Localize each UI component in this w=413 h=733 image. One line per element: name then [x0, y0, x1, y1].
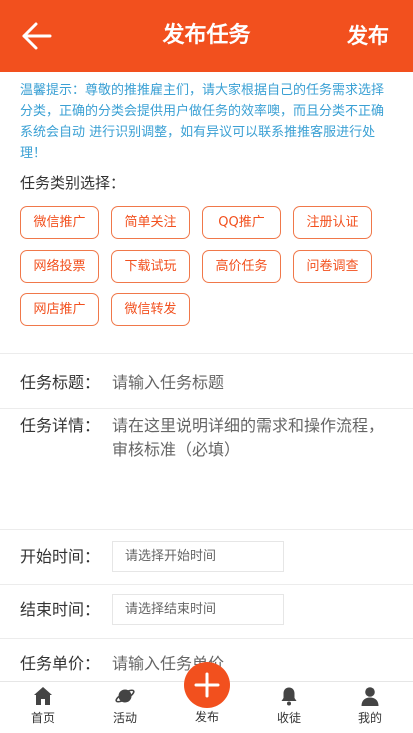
- category-tag-survey[interactable]: 问卷调查: [293, 250, 372, 283]
- task-title-input[interactable]: 请输入任务标题: [112, 371, 224, 395]
- category-tag-shop-promo[interactable]: 网店推广: [20, 293, 99, 326]
- home-icon: [33, 686, 53, 706]
- category-tag-wechat-share[interactable]: 微信转发: [111, 293, 190, 326]
- tip-text: 温馨提示：尊敬的推推雇主们，请大家根据自己的任务需求选择分类，正确的分类会提供用…: [20, 83, 385, 161]
- category-tag-register[interactable]: 注册认证: [293, 206, 372, 239]
- planet-icon: [115, 686, 135, 706]
- nav-label-mine: 我的: [357, 711, 382, 725]
- nav-item-activity[interactable]: 活动: [95, 682, 155, 733]
- category-tag-high-price[interactable]: 高价任务: [202, 250, 281, 283]
- user-icon: [360, 686, 380, 706]
- category-tag-online-vote[interactable]: 网络投票: [20, 250, 99, 283]
- task-detail-label: 任务详情：: [20, 416, 101, 435]
- nav-item-apprentice[interactable]: 收徒: [259, 682, 319, 733]
- divider: [0, 353, 413, 354]
- category-tag-simple-follow[interactable]: 简单关注: [111, 206, 190, 239]
- nav-label-home: 首页: [30, 711, 55, 725]
- publish-button[interactable]: 发布: [347, 20, 389, 52]
- category-tag-wechat-promo[interactable]: 微信推广: [20, 206, 99, 239]
- top-bar: 发布任务 发布: [0, 0, 413, 72]
- nav-label-activity: 活动: [112, 711, 137, 725]
- nav-label-publish: 发布: [194, 710, 219, 724]
- end-time-input[interactable]: 请选择结束时间: [112, 594, 284, 625]
- bell-icon: [279, 686, 299, 706]
- end-time-label: 结束时间：: [20, 600, 101, 619]
- category-label: 任务类别选择：: [20, 174, 126, 192]
- start-time-label: 开始时间：: [20, 547, 101, 566]
- publish-fab[interactable]: [184, 662, 230, 708]
- task-price-label: 任务单价：: [20, 654, 101, 673]
- nav-label-apprentice: 收徒: [276, 711, 301, 725]
- plus-icon: [194, 672, 220, 698]
- divider: [0, 408, 413, 409]
- nav-item-mine[interactable]: 我的: [340, 682, 400, 733]
- nav-item-home[interactable]: 首页: [13, 682, 73, 733]
- category-tag-download-trial[interactable]: 下载试玩: [111, 250, 190, 283]
- task-title-label: 任务标题：: [20, 373, 101, 392]
- start-time-input[interactable]: 请选择开始时间: [112, 541, 284, 572]
- divider: [0, 529, 413, 530]
- task-detail-textarea[interactable]: 请在这里说明详细的需求和操作流程，审核标准（必填）: [112, 414, 392, 462]
- divider: [0, 638, 413, 639]
- category-tag-qq-promo[interactable]: QQ推广: [202, 206, 281, 239]
- divider: [0, 584, 413, 585]
